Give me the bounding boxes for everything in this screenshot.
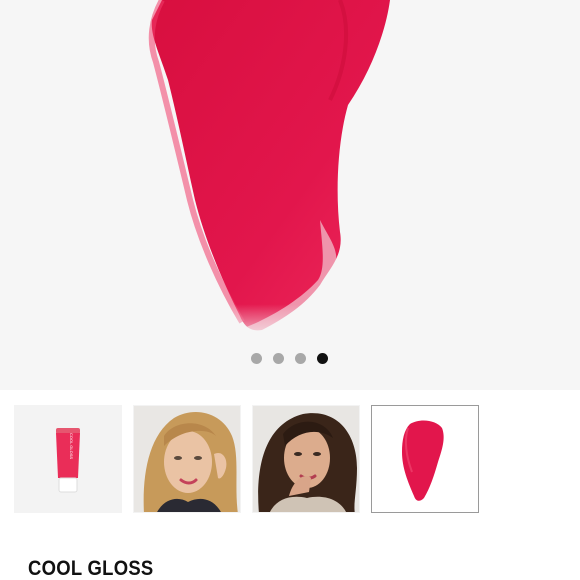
gloss-swatch-image (0, 0, 580, 390)
model-brunette-photo (253, 406, 359, 512)
carousel-dot-3[interactable] (295, 352, 306, 364)
thumbnail-model-1[interactable] (133, 405, 241, 513)
thumbnail-strip: COOL GLOSS (14, 405, 479, 513)
thumbnail-product-tube[interactable]: COOL GLOSS (14, 405, 122, 513)
lip-gloss-tube-icon: COOL GLOSS (15, 406, 121, 512)
model-blonde-photo (134, 406, 240, 512)
carousel-pagination (251, 351, 328, 365)
carousel-dot-4[interactable] (317, 352, 328, 364)
gloss-swatch-icon (372, 406, 478, 512)
tube-brand-text: COOL GLOSS (69, 433, 74, 459)
carousel-dot-2[interactable] (273, 352, 284, 364)
thumbnail-swatch[interactable] (371, 405, 479, 513)
carousel-dot-1[interactable] (251, 352, 262, 364)
thumbnail-model-2[interactable] (252, 405, 360, 513)
product-title: COOL GLOSS (28, 557, 154, 580)
hero-image[interactable] (0, 0, 580, 390)
